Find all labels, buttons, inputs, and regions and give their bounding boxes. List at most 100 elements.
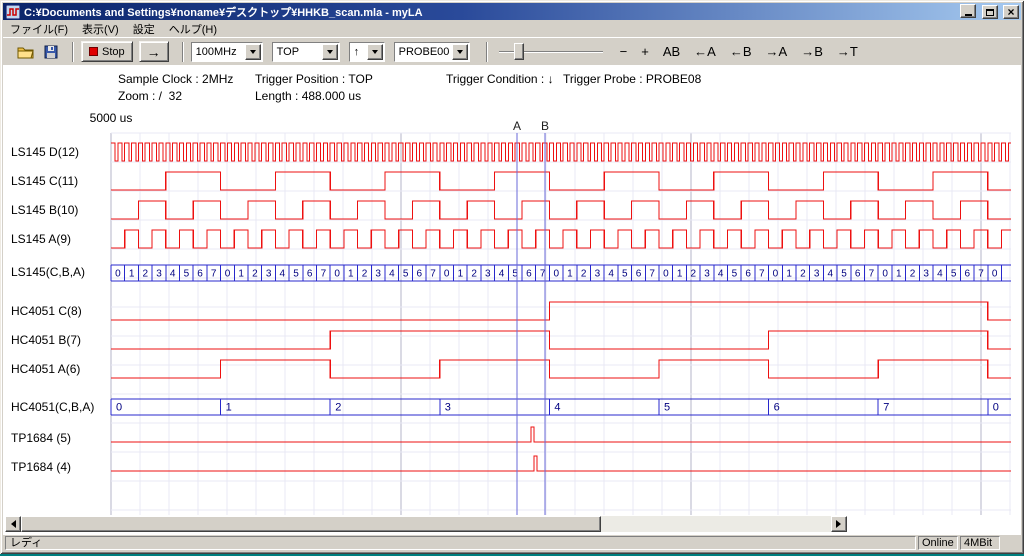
svg-text:7: 7 <box>211 269 217 280</box>
menu-file[interactable]: ファイル(F) <box>3 19 75 39</box>
triangle-left-icon <box>7 520 16 528</box>
svg-text:1: 1 <box>786 269 792 280</box>
svg-text:6: 6 <box>855 269 861 280</box>
svg-text:3: 3 <box>445 402 451 414</box>
svg-text:7: 7 <box>883 402 889 414</box>
svg-text:1: 1 <box>226 402 232 414</box>
goto-a-left-button[interactable]: ←A <box>690 42 720 61</box>
svg-text:3: 3 <box>814 269 820 280</box>
svg-text:1: 1 <box>238 269 244 280</box>
goto-b-left-button[interactable]: ←B <box>726 42 756 61</box>
goto-a-right-button[interactable]: →A <box>762 42 792 61</box>
stop-button[interactable]: Stop <box>81 41 133 62</box>
save-icon <box>44 45 58 59</box>
minimize-icon <box>965 14 972 16</box>
svg-text:1: 1 <box>348 269 354 280</box>
svg-text:0: 0 <box>554 269 560 280</box>
svg-text:4: 4 <box>937 269 943 280</box>
stop-label: Stop <box>102 46 125 58</box>
svg-text:2: 2 <box>581 269 587 280</box>
horizontal-scrollbar[interactable] <box>5 516 847 532</box>
open-folder-icon <box>17 45 34 59</box>
scrollbar-track[interactable] <box>21 516 831 532</box>
svg-text:4: 4 <box>828 269 834 280</box>
ab-button[interactable]: AB <box>659 42 684 61</box>
maximize-button[interactable] <box>982 5 998 19</box>
scroll-left-button[interactable] <box>5 516 21 532</box>
svg-text:5: 5 <box>403 269 409 280</box>
close-button[interactable]: × <box>1003 5 1019 19</box>
svg-text:3: 3 <box>266 269 272 280</box>
svg-text:3: 3 <box>595 269 601 280</box>
trigger-edge-combo[interactable]: ↑ <box>349 42 385 62</box>
toolbar-separator <box>72 42 74 62</box>
svg-text:2: 2 <box>800 269 806 280</box>
statusbar: レディ Online 4MBit <box>3 535 1021 552</box>
zoom-in-button[interactable]: + <box>637 42 653 61</box>
probe-value: PROBE00 <box>395 46 452 58</box>
svg-text:2: 2 <box>335 402 341 414</box>
svg-text:3: 3 <box>704 269 710 280</box>
triangle-right-icon <box>836 520 845 528</box>
svg-text:0: 0 <box>993 402 999 414</box>
svg-text:3: 3 <box>156 269 162 280</box>
zoom-out-button[interactable]: − <box>616 42 632 61</box>
chevron-down-icon[interactable] <box>367 44 383 60</box>
svg-text:6: 6 <box>774 402 780 414</box>
scroll-right-button[interactable] <box>831 516 847 532</box>
svg-text:1: 1 <box>896 269 902 280</box>
trigger-position-value: TOP <box>273 46 322 58</box>
probe-combo[interactable]: PROBE00 <box>394 42 470 62</box>
svg-text:4: 4 <box>389 269 395 280</box>
save-file-button[interactable] <box>39 41 63 63</box>
svg-text:2: 2 <box>252 269 258 280</box>
chevron-down-icon[interactable] <box>322 44 338 60</box>
toolbar-separator <box>182 42 184 62</box>
goto-trigger-button[interactable]: →T <box>833 42 862 61</box>
svg-text:0: 0 <box>225 269 231 280</box>
svg-text:0: 0 <box>334 269 340 280</box>
svg-text:7: 7 <box>649 269 655 280</box>
svg-text:7: 7 <box>978 269 984 280</box>
chevron-down-icon[interactable] <box>245 44 261 60</box>
svg-text:4: 4 <box>280 269 286 280</box>
zoom-slider[interactable] <box>499 42 603 62</box>
memory-status: 4MBit <box>960 536 1000 550</box>
svg-text:2: 2 <box>691 269 697 280</box>
minimize-button[interactable] <box>960 4 976 18</box>
open-file-button[interactable] <box>13 41 37 63</box>
svg-text:2: 2 <box>910 269 916 280</box>
run-button[interactable]: → <box>139 41 169 62</box>
svg-text:0: 0 <box>444 269 450 280</box>
svg-text:5: 5 <box>664 402 670 414</box>
svg-text:3: 3 <box>485 269 491 280</box>
online-status: Online <box>918 536 958 550</box>
svg-text:7: 7 <box>321 269 327 280</box>
goto-b-right-button[interactable]: →B <box>797 42 827 61</box>
waveform-display[interactable]: 0123456701234567012345670123456701234567… <box>3 65 1017 535</box>
chevron-down-icon[interactable] <box>452 44 468 60</box>
trigger-position-combo[interactable]: TOP <box>272 42 340 62</box>
scrollbar-thumb[interactable] <box>21 516 601 532</box>
slider-thumb[interactable] <box>514 43 524 60</box>
svg-text:5: 5 <box>951 269 957 280</box>
app-icon <box>6 5 20 19</box>
svg-text:5: 5 <box>184 269 190 280</box>
svg-text:4: 4 <box>608 269 614 280</box>
svg-text:6: 6 <box>417 269 423 280</box>
svg-text:3: 3 <box>375 269 381 280</box>
svg-text:4: 4 <box>554 402 560 414</box>
sample-clock-combo[interactable]: 100MHz <box>191 42 263 62</box>
run-arrow-icon: → <box>147 44 161 60</box>
svg-text:5: 5 <box>841 269 847 280</box>
menu-view[interactable]: 表示(V) <box>75 19 126 39</box>
menu-settings[interactable]: 設定 <box>126 19 162 39</box>
svg-text:4: 4 <box>499 269 505 280</box>
svg-text:0: 0 <box>115 269 121 280</box>
svg-text:4: 4 <box>718 269 724 280</box>
titlebar[interactable]: C:¥Documents and Settings¥noname¥デスクトップ¥… <box>3 3 1021 20</box>
svg-text:6: 6 <box>307 269 313 280</box>
svg-text:4: 4 <box>170 269 176 280</box>
menu-help[interactable]: ヘルプ(H) <box>162 19 224 39</box>
svg-text:0: 0 <box>663 269 669 280</box>
